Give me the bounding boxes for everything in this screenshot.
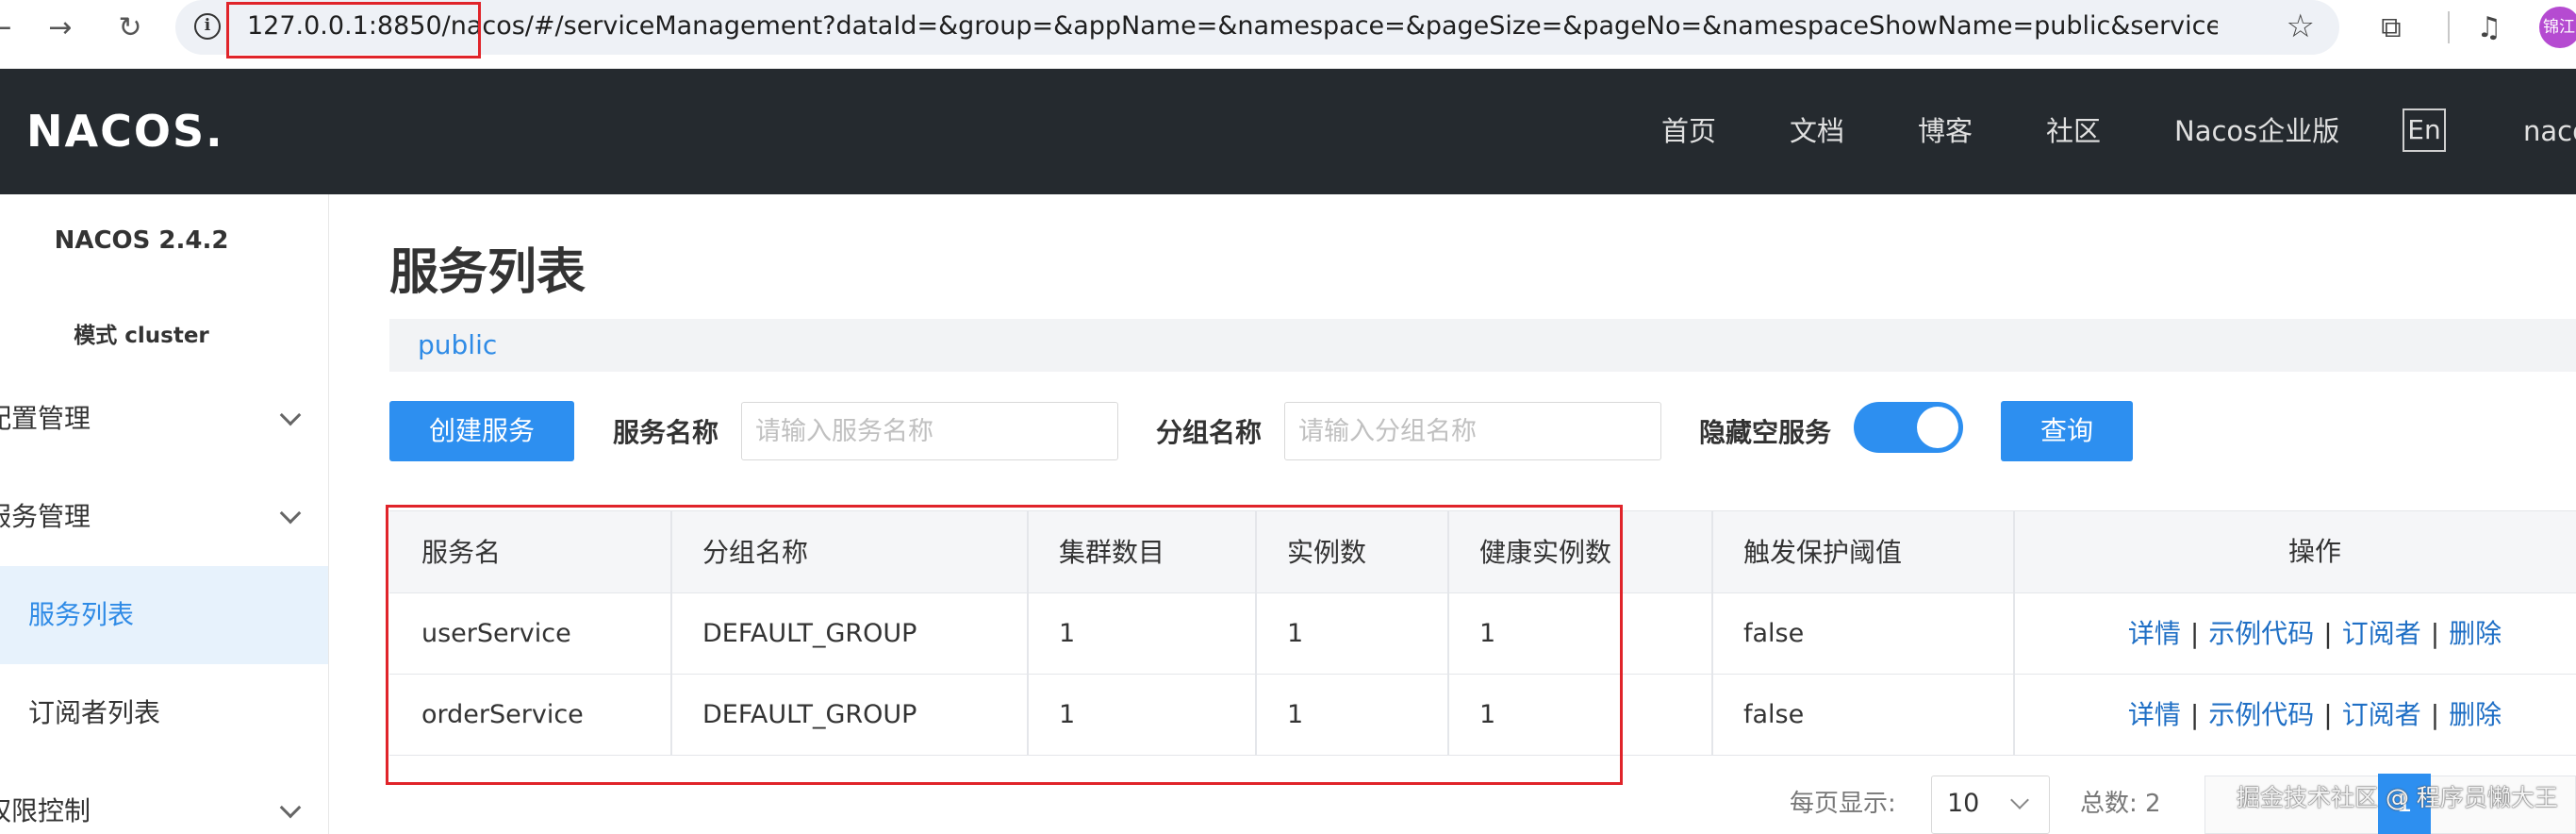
url-text[interactable]: 127.0.0.1:8850/nacos/#/serviceManagement… <box>247 8 2218 45</box>
sidebar: NACOS 2.4.2 模式 cluster 配置管理 服务管理 服务列表 订阅… <box>0 194 329 834</box>
row-operations: 详情 | 示例代码 | 订阅者 | 删除 <box>2013 593 2576 674</box>
version-label: NACOS 2.4.2 <box>54 226 229 255</box>
group-name-input[interactable] <box>1284 402 1661 460</box>
page-title: 服务列表 <box>389 244 586 301</box>
url-annotation-box <box>226 2 481 58</box>
sample-code-link[interactable]: 示例代码 <box>2208 618 2314 649</box>
nav-blog[interactable]: 博客 <box>1918 112 1973 150</box>
sidebar-item-subscriber-list[interactable]: 订阅者列表 <box>0 664 328 762</box>
nav-docs[interactable]: 文档 <box>1790 112 1844 150</box>
create-service-button[interactable]: 创建服务 <box>389 401 574 461</box>
col-header-operations: 操作 <box>2287 536 2341 567</box>
app-header: NACOS. 首页 文档 博客 社区 Nacos企业版 En nacos <box>0 69 2576 194</box>
extensions-icon[interactable]: ⧉ <box>2372 9 2410 47</box>
browser-toolbar: ← → ↻ i 127.0.0.1:8850/nacos/#/serviceMa… <box>0 0 2576 69</box>
op-separator: | <box>2323 699 2333 730</box>
profile-avatar[interactable]: 锦江 <box>2539 7 2576 48</box>
delete-link[interactable]: 删除 <box>2449 618 2502 649</box>
sidebar-item-service-management[interactable]: 服务管理 <box>0 468 328 566</box>
query-button[interactable]: 查询 <box>2001 401 2133 461</box>
toolbar-divider <box>2448 11 2450 43</box>
nacos-logo[interactable]: NACOS. <box>26 106 224 157</box>
subscribers-link[interactable]: 订阅者 <box>2342 618 2421 649</box>
toggle-knob <box>1917 407 1958 448</box>
namespace-public[interactable]: public <box>418 326 497 364</box>
subscribers-link[interactable]: 订阅者 <box>2342 699 2421 730</box>
sidebar-item-auth-control[interactable]: 权限控制 <box>0 762 328 834</box>
user-menu[interactable]: nacos <box>2523 112 2576 150</box>
chevron-down-icon <box>279 404 302 426</box>
sidebar-item-label: 配置管理 <box>0 403 91 434</box>
namespace-bar: public <box>389 319 2576 372</box>
delete-link[interactable]: 删除 <box>2449 699 2502 730</box>
sample-code-link[interactable]: 示例代码 <box>2208 699 2314 730</box>
row-operations: 详情 | 示例代码 | 订阅者 | 删除 <box>2013 675 2576 755</box>
sidebar-item-config-management[interactable]: 配置管理 <box>0 370 328 468</box>
hide-empty-toggle[interactable] <box>1854 402 1963 453</box>
col-header-protect-threshold: 触发保护阈值 <box>1743 537 1903 568</box>
info-icon[interactable]: i <box>194 13 221 40</box>
chevron-down-icon <box>279 502 302 525</box>
op-separator: | <box>2323 618 2333 649</box>
chevron-down-icon <box>279 796 302 819</box>
op-separator: | <box>2430 699 2440 730</box>
nav-community[interactable]: 社区 <box>2046 112 2101 150</box>
nav-enterprise[interactable]: Nacos企业版 <box>2174 112 2339 150</box>
back-arrow-icon[interactable]: ← <box>0 9 19 47</box>
sidebar-item-label: 权限控制 <box>0 795 91 826</box>
forward-arrow-icon[interactable]: → <box>41 9 79 47</box>
reload-icon[interactable]: ↻ <box>111 9 149 47</box>
nav-home[interactable]: 首页 <box>1661 112 1716 150</box>
cell-protect-threshold: false <box>1743 619 1805 648</box>
service-name-label: 服务名称 <box>613 417 719 448</box>
address-bar[interactable]: i 127.0.0.1:8850/nacos/#/serviceManageme… <box>175 0 2339 55</box>
cell-protect-threshold: false <box>1743 700 1805 729</box>
page-size-value: 10 <box>1947 789 1980 818</box>
watermark-text: 掘金技术社区 @ 程序员懒大王 <box>2237 784 2558 811</box>
sidebar-item-service-list[interactable]: 服务列表 <box>0 566 328 664</box>
op-separator: | <box>2430 618 2440 649</box>
mode-label: 模式 cluster <box>74 324 209 348</box>
page-size-label: 每页显示: <box>1790 790 1896 818</box>
detail-link[interactable]: 详情 <box>2128 699 2181 730</box>
media-control-icon[interactable]: ♫ <box>2470 9 2508 47</box>
service-name-input[interactable] <box>741 402 1118 460</box>
table-annotation-box <box>386 505 1623 785</box>
hide-empty-label: 隐藏空服务 <box>1699 417 1832 448</box>
star-icon[interactable]: ☆ <box>2287 8 2315 45</box>
op-separator: | <box>2189 618 2200 649</box>
detail-link[interactable]: 详情 <box>2128 618 2181 649</box>
language-switch[interactable]: En <box>2403 108 2446 152</box>
sidebar-item-label: 订阅者列表 <box>28 697 161 728</box>
page-size-select[interactable]: 10 <box>1931 776 2050 834</box>
sidebar-item-label: 服务列表 <box>28 599 135 630</box>
chevron-down-icon <box>2010 791 2029 809</box>
total-count: 总数: 2 <box>2080 790 2161 818</box>
group-name-label: 分组名称 <box>1156 417 1263 448</box>
op-separator: | <box>2189 699 2200 730</box>
sidebar-item-label: 服务管理 <box>0 501 91 532</box>
